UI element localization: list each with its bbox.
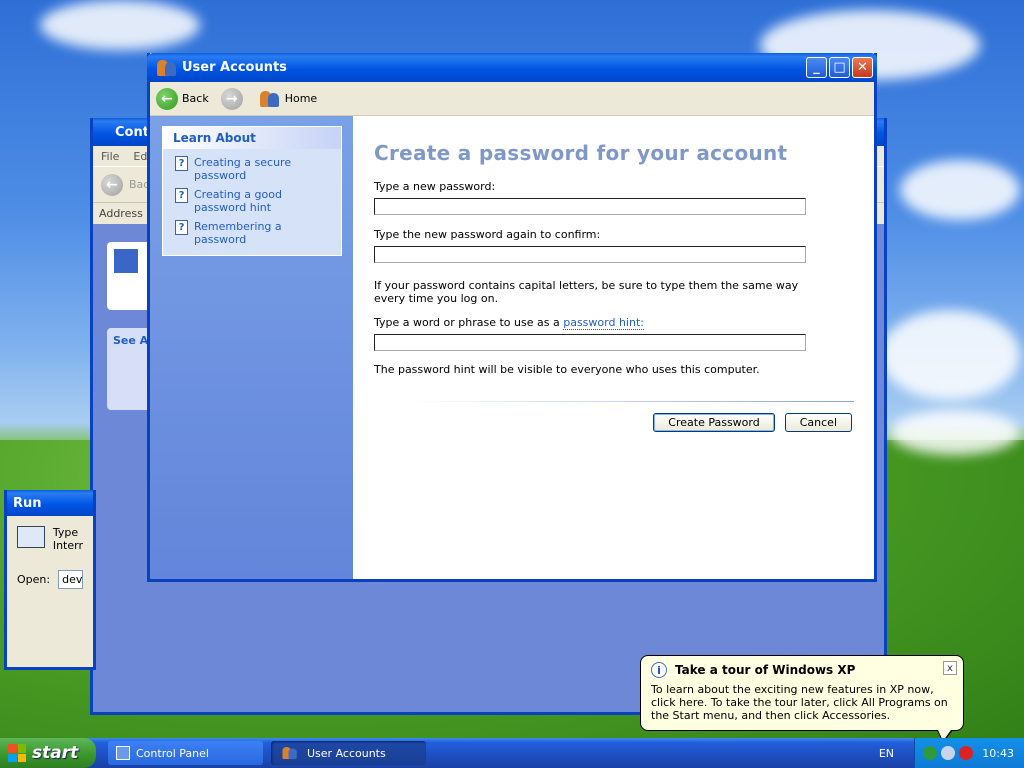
hint-label-text: Type a word or phrase to use as a: [374, 316, 560, 329]
user-accounts-icon: [282, 746, 299, 761]
user-accounts-window[interactable]: User Accounts _ □ ✕ ← Back → Home Learn …: [147, 53, 877, 582]
system-tray: 10:43: [914, 738, 1024, 768]
run-open-input[interactable]: devg: [58, 570, 83, 589]
help-icon: ?: [175, 220, 188, 235]
learn-item-password-hint[interactable]: ? Creating a good password hint: [163, 185, 341, 217]
learn-item-secure-password[interactable]: ? Creating a secure password: [163, 153, 341, 185]
clock[interactable]: 10:43: [982, 747, 1014, 760]
learn-item-label[interactable]: Creating a secure password: [194, 156, 333, 182]
start-label: start: [32, 743, 79, 763]
learn-item-label[interactable]: Remembering a password: [194, 220, 333, 246]
user-accounts-titlebar[interactable]: User Accounts _ □ ✕: [147, 53, 877, 82]
menu-file[interactable]: File: [101, 150, 119, 163]
help-icon: ?: [175, 188, 188, 203]
learn-about-panel: Learn About ? Creating a secure password…: [162, 126, 342, 256]
forward-arrow-icon[interactable]: →: [220, 87, 243, 110]
taskbar-item-control-panel[interactable]: Control Panel: [108, 741, 263, 765]
navigation-bar: ← Back → Home: [150, 82, 874, 116]
run-open-label: Open:: [17, 573, 51, 586]
taskbar-item-label: User Accounts: [307, 746, 386, 760]
learn-item-label[interactable]: Creating a good password hint: [194, 188, 333, 214]
cloud: [40, 0, 200, 50]
learn-item-remembering-password[interactable]: ? Remembering a password: [163, 217, 341, 249]
cancel-button[interactable]: Cancel: [784, 413, 852, 432]
update-icon[interactable]: [941, 746, 955, 760]
run-icon: [17, 526, 45, 548]
taskbar-item-label: Control Panel: [136, 746, 209, 760]
password-hint-input[interactable]: [374, 334, 806, 351]
cloud: [890, 410, 1020, 455]
learn-about-heading: Learn About: [163, 127, 341, 149]
start-button[interactable]: start: [0, 738, 96, 768]
minimize-button[interactable]: _: [806, 57, 827, 78]
back-arrow-icon[interactable]: ←: [101, 173, 123, 196]
info-icon: i: [651, 662, 667, 678]
new-password-label: Type a new password:: [374, 180, 496, 193]
button-row: Create Password Cancel: [653, 413, 852, 432]
network-icon[interactable]: [923, 746, 937, 760]
back-arrow-icon[interactable]: ←: [156, 87, 178, 110]
balloon-title: Take a tour of Windows XP: [675, 663, 856, 677]
hint-visibility-note: The password hint will be visible to eve…: [374, 363, 760, 376]
balloon-close-button[interactable]: x: [943, 661, 957, 675]
window-title: User Accounts: [182, 60, 287, 75]
control-panel-icon: [113, 248, 139, 274]
windows-flag-icon: [8, 744, 26, 762]
run-titlebar[interactable]: Run: [7, 490, 93, 516]
home-icon[interactable]: [259, 89, 281, 109]
run-description: Type Interr: [52, 526, 83, 552]
divider: [409, 401, 854, 402]
tour-balloon[interactable]: i Take a tour of Windows XP x To learn a…: [640, 655, 964, 743]
address-label: Address: [99, 207, 143, 220]
confirm-password-input[interactable]: [374, 246, 806, 263]
security-shield-icon[interactable]: [959, 746, 973, 760]
create-password-button[interactable]: Create Password: [653, 413, 775, 432]
balloon-text[interactable]: To learn about the exciting new features…: [651, 683, 953, 722]
control-panel-icon: [116, 746, 130, 760]
back-button[interactable]: Back: [182, 92, 209, 105]
user-accounts-window-icon: [156, 58, 178, 78]
cloud: [880, 310, 1020, 400]
password-hint-link[interactable]: password hint:: [563, 316, 644, 330]
maximize-button[interactable]: □: [829, 57, 850, 78]
caps-warning: If your password contains capital letter…: [374, 279, 799, 305]
page-title: Create a password for your account: [374, 141, 788, 165]
main-content: Create a password for your account Type …: [353, 116, 874, 579]
run-dialog[interactable]: Run Type Interr Open: devg: [4, 490, 96, 670]
taskbar: start Control Panel User Accounts EN 10:…: [0, 738, 1024, 768]
close-button[interactable]: ✕: [852, 57, 873, 78]
language-indicator[interactable]: EN: [879, 747, 894, 760]
run-body: Type Interr Open: devg: [7, 516, 93, 599]
run-title: Run: [13, 495, 42, 511]
password-hint-label: Type a word or phrase to use as a passwo…: [374, 316, 874, 330]
new-password-input[interactable]: [374, 198, 806, 215]
home-button[interactable]: Home: [285, 92, 317, 105]
confirm-password-label: Type the new password again to confirm:: [374, 228, 601, 241]
help-icon: ?: [175, 156, 188, 171]
left-pane: Learn About ? Creating a secure password…: [150, 116, 353, 579]
cloud: [900, 160, 1020, 220]
see-also-heading: See A: [113, 334, 149, 347]
taskbar-item-user-accounts[interactable]: User Accounts: [271, 741, 426, 765]
